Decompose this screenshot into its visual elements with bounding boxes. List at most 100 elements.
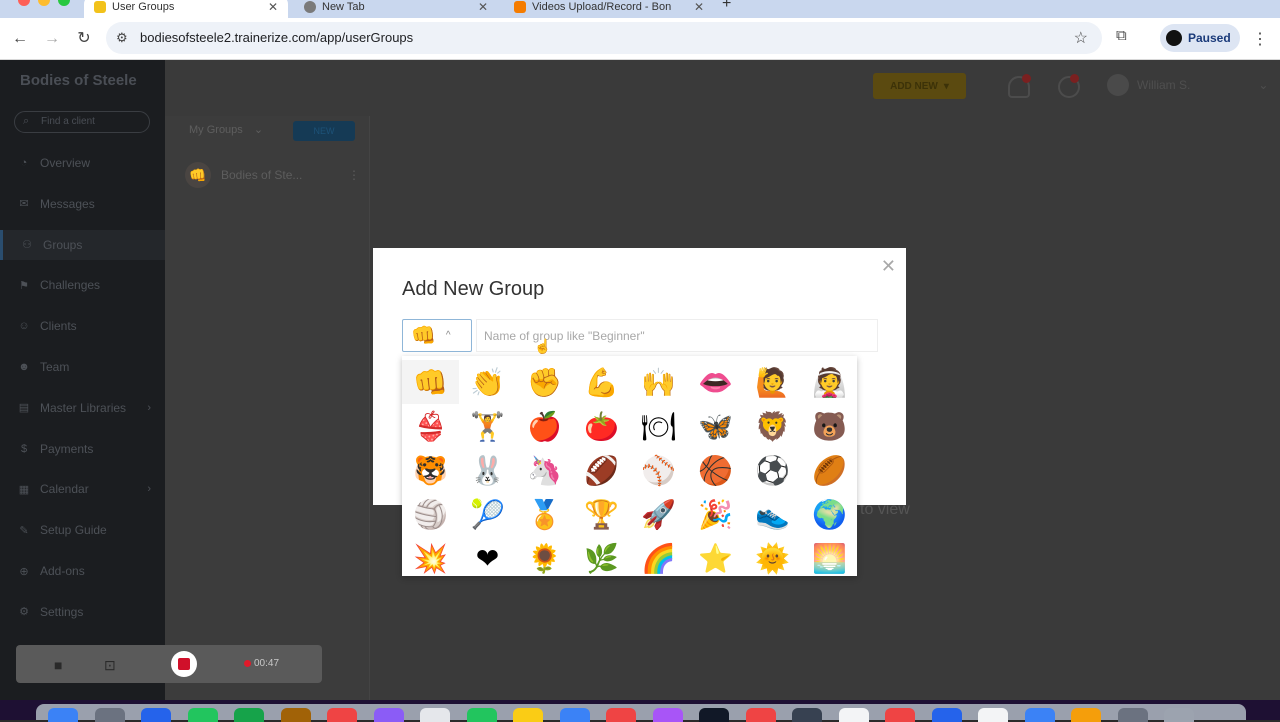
sidebar-item-messages[interactable]: ✉ Messages	[0, 189, 165, 219]
emoji-option[interactable]: 🏐	[402, 492, 459, 536]
window-zoom-dot[interactable]	[58, 0, 70, 6]
close-icon[interactable]: ✕	[881, 256, 896, 277]
profile-paused-button[interactable]: Paused	[1160, 24, 1240, 52]
emoji-option[interactable]: 🏈	[573, 448, 630, 492]
emoji-option[interactable]: 🎾	[459, 492, 516, 536]
screen-select-icon[interactable]: ⊡	[104, 657, 116, 674]
emoji-option[interactable]: 👄	[687, 360, 744, 404]
group-fist-icon: 👊	[185, 162, 211, 188]
new-group-button[interactable]: NEW	[293, 121, 355, 141]
group-options-icon[interactable]: ⋮	[348, 168, 360, 182]
emoji-option[interactable]: 🎉	[687, 492, 744, 536]
sidebar-item-label: Setup Guide	[40, 523, 107, 538]
emoji-option[interactable]: 🐻	[801, 404, 858, 448]
emoji-option[interactable]: 🦋	[687, 404, 744, 448]
close-tab-icon[interactable]: ✕	[268, 0, 278, 14]
emoji-option[interactable]: 🌈	[630, 536, 687, 580]
sidebar-item-team[interactable]: ☻ Team	[0, 352, 165, 382]
sidebar-item-icon: ▦	[18, 483, 30, 496]
tab-user-groups[interactable]: User Groups ✕	[84, 0, 288, 18]
emoji-option[interactable]: 🏋	[459, 404, 516, 448]
browser-menu-icon[interactable]: ⋮	[1252, 29, 1268, 49]
camera-icon[interactable]: ■	[54, 657, 62, 673]
add-new-button[interactable]: ADD NEW ▾	[873, 73, 966, 99]
emoji-option[interactable]: 🍅	[573, 404, 630, 448]
bookmark-star-icon[interactable]: ☆	[1074, 28, 1088, 48]
selected-fist-icon: 👊	[411, 325, 436, 347]
reload-icon[interactable]: ↻	[73, 28, 95, 50]
emoji-option[interactable]: 👙	[402, 404, 459, 448]
emoji-option[interactable]: ❤	[459, 536, 516, 580]
emoji-option[interactable]: 🌿	[573, 536, 630, 580]
close-tab-icon[interactable]: ✕	[478, 0, 488, 14]
emoji-option[interactable]: ⚾	[630, 448, 687, 492]
emoji-option[interactable]: 👟	[744, 492, 801, 536]
sidebar-item-groups[interactable]: ⚇ Groups	[0, 229, 165, 260]
url-text[interactable]: bodiesofsteele2.trainerize.com/app/userG…	[140, 30, 413, 45]
sidebar-item-calendar[interactable]: ▦ Calendar ›	[0, 474, 165, 504]
tab-label: Videos Upload/Record - Bon	[532, 1, 672, 13]
extensions-puzzle-icon[interactable]: ⧉	[1116, 27, 1127, 44]
sidebar-item-challenges[interactable]: ⚑ Challenges	[0, 270, 165, 300]
emoji-option[interactable]: 💥	[402, 536, 459, 580]
window-close-dot[interactable]	[18, 0, 30, 6]
sidebar-item-label: Payments	[40, 441, 94, 456]
emoji-option[interactable]: ⭐	[687, 536, 744, 580]
emoji-option[interactable]: 🌅	[801, 536, 858, 580]
emoji-option[interactable]: 🦁	[744, 404, 801, 448]
emoji-option[interactable]: 🏉	[801, 448, 858, 492]
stop-recording-button[interactable]	[171, 651, 197, 677]
emoji-option[interactable]: 🙌	[630, 360, 687, 404]
emoji-option[interactable]: 🌻	[516, 536, 573, 580]
close-tab-icon[interactable]: ✕	[694, 0, 704, 14]
caret-down-icon: ▾	[943, 80, 949, 92]
emoji-option[interactable]: 👏	[459, 360, 516, 404]
new-tab-button[interactable]: +	[722, 0, 731, 13]
sidebar: Bodies of Steele ⌕ Find a client ◔ Overvi…	[0, 60, 165, 700]
emoji-option[interactable]: 🏅	[516, 492, 573, 536]
sidebar-item-overview[interactable]: ◔ Overview	[0, 148, 165, 178]
emoji-option[interactable]: 👊	[402, 360, 459, 404]
emoji-option[interactable]: 🌞	[744, 536, 801, 580]
emoji-option[interactable]: ✊	[516, 360, 573, 404]
video-favicon-icon	[514, 1, 526, 13]
sidebar-item-icon: ⚙	[19, 606, 29, 619]
emoji-option[interactable]: 🌍	[801, 492, 858, 536]
sidebar-item-master-libraries[interactable]: ▤ Master Libraries ›	[0, 393, 165, 423]
emoji-option[interactable]: 🐰	[459, 448, 516, 492]
group-list-item[interactable]: 👊 Bodies of Ste... ⋮	[185, 160, 360, 190]
sidebar-item-setup-guide[interactable]: ✎ Setup Guide	[0, 515, 165, 545]
emoji-option[interactable]: 🍽	[630, 404, 687, 448]
emoji-option[interactable]: 👰	[801, 360, 858, 404]
address-bar[interactable]: ⚙ bodiesofsteele2.trainerize.com/app/use…	[106, 22, 1102, 54]
window-minimize-dot[interactable]	[38, 0, 50, 6]
profile-status-label: Paused	[1188, 31, 1231, 45]
sidebar-item-clients[interactable]: ☺ Clients	[0, 311, 165, 341]
notification-badge	[1022, 74, 1031, 83]
tab-videos-upload[interactable]: Videos Upload/Record - Bon ✕	[504, 0, 714, 18]
sidebar-item-payments[interactable]: $ Payments	[0, 434, 165, 464]
tab-label: User Groups	[112, 1, 175, 13]
emoji-option[interactable]: 🚀	[630, 492, 687, 536]
emoji-option[interactable]: 🍎	[516, 404, 573, 448]
sidebar-item-add-ons[interactable]: ⊕ Add-ons	[0, 556, 165, 586]
recording-time: 00:47	[254, 658, 280, 669]
emoji-option[interactable]: 🙋	[744, 360, 801, 404]
emoji-option[interactable]: 🦄	[516, 448, 573, 492]
find-client-input[interactable]: ⌕ Find a client	[14, 111, 150, 133]
site-info-icon[interactable]: ⚙	[116, 30, 128, 46]
emoji-option[interactable]: 🐯	[402, 448, 459, 492]
tab-new-tab[interactable]: New Tab ✕	[294, 0, 498, 18]
group-icon-select[interactable]: 👊 ^	[402, 319, 472, 352]
macos-dock	[36, 704, 1246, 720]
emoji-option[interactable]: ⚽	[744, 448, 801, 492]
back-arrow-icon[interactable]: ←	[9, 28, 31, 50]
my-groups-filter[interactable]: My Groups ⌄	[189, 123, 263, 136]
forward-arrow-icon[interactable]: →	[41, 28, 63, 50]
emoji-option[interactable]: 🏆	[573, 492, 630, 536]
user-menu[interactable]: William S. ⌄	[1107, 74, 1268, 96]
chevron-up-icon: ^	[445, 330, 451, 341]
emoji-option[interactable]: 🏀	[687, 448, 744, 492]
sidebar-item-settings[interactable]: ⚙ Settings	[0, 597, 165, 627]
emoji-option[interactable]: 💪	[573, 360, 630, 404]
